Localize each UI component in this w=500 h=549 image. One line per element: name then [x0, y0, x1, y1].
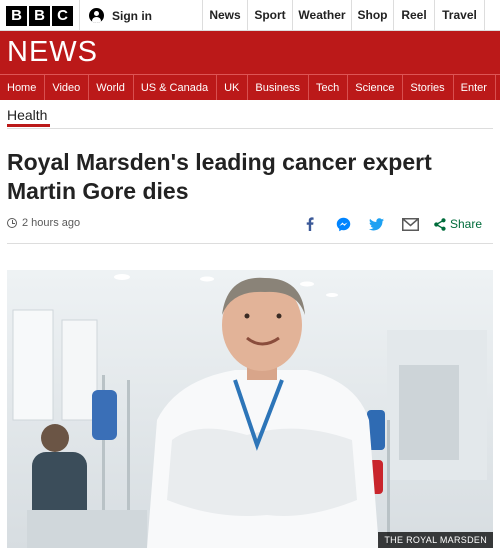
share-icon: [434, 217, 446, 231]
twitter-icon[interactable]: [366, 214, 386, 234]
bbc-logo-letter: B: [29, 6, 50, 26]
share-tools: Share: [300, 214, 493, 234]
user-icon: [89, 8, 104, 23]
news-banner: NEWS: [0, 31, 500, 74]
bbc-logo-letter: B: [6, 6, 27, 26]
photo-illustration: [7, 270, 493, 548]
share-label: Share: [450, 217, 483, 231]
news-logo[interactable]: NEWS: [7, 36, 98, 69]
email-icon[interactable]: [399, 214, 421, 234]
top-nav-travel[interactable]: Travel: [434, 0, 484, 31]
top-nav-more[interactable]: [484, 0, 500, 31]
section-nav-video[interactable]: Video: [45, 75, 90, 100]
section-nav-uk[interactable]: UK: [217, 75, 249, 100]
section-nav-science[interactable]: Science: [348, 75, 404, 100]
section-underline: [7, 124, 50, 127]
top-bar: B B C Sign in News Sport Weather Shop Re…: [0, 0, 500, 31]
article-meta: 2 hours ago: [7, 217, 80, 229]
section-nav-tech[interactable]: Tech: [309, 75, 349, 100]
divider: [7, 243, 493, 244]
divider: [7, 128, 493, 129]
top-nav-reel[interactable]: Reel: [393, 0, 434, 31]
section-nav-home[interactable]: Home: [0, 75, 46, 100]
headline: Royal Marsden's leading cancer expert Ma…: [7, 149, 432, 204]
article-photo: THE ROYAL MARSDEN: [7, 270, 493, 548]
section-nav-stories[interactable]: Stories: [403, 75, 454, 100]
top-nav-sport[interactable]: Sport: [247, 0, 292, 31]
top-nav-news[interactable]: News: [202, 0, 247, 31]
top-nav-shop[interactable]: Shop: [351, 0, 393, 31]
timestamp: 2 hours ago: [22, 217, 81, 229]
section-label[interactable]: Health: [7, 107, 47, 123]
messenger-icon[interactable]: [333, 214, 353, 234]
top-nav-weather[interactable]: Weather: [292, 0, 351, 31]
share-button[interactable]: Share: [434, 214, 493, 234]
bbc-logo-letter: C: [52, 6, 73, 26]
section-nav-entertainment[interactable]: Enter: [454, 75, 496, 100]
bbc-logo[interactable]: B B C: [6, 6, 73, 26]
photo-caption: THE ROYAL MARSDEN: [378, 532, 493, 548]
signin-label: Sign in: [112, 8, 152, 23]
section-nav-world[interactable]: World: [89, 75, 134, 100]
signin-button[interactable]: Sign in: [79, 0, 152, 31]
facebook-icon[interactable]: [300, 214, 320, 234]
section-nav-us-canada[interactable]: US & Canada: [134, 75, 218, 100]
top-nav: News Sport Weather Shop Reel Travel: [202, 0, 500, 31]
clock-icon: [7, 218, 17, 228]
section-nav-business[interactable]: Business: [248, 75, 309, 100]
section-nav: Home Video World US & Canada UK Business…: [0, 74, 500, 100]
